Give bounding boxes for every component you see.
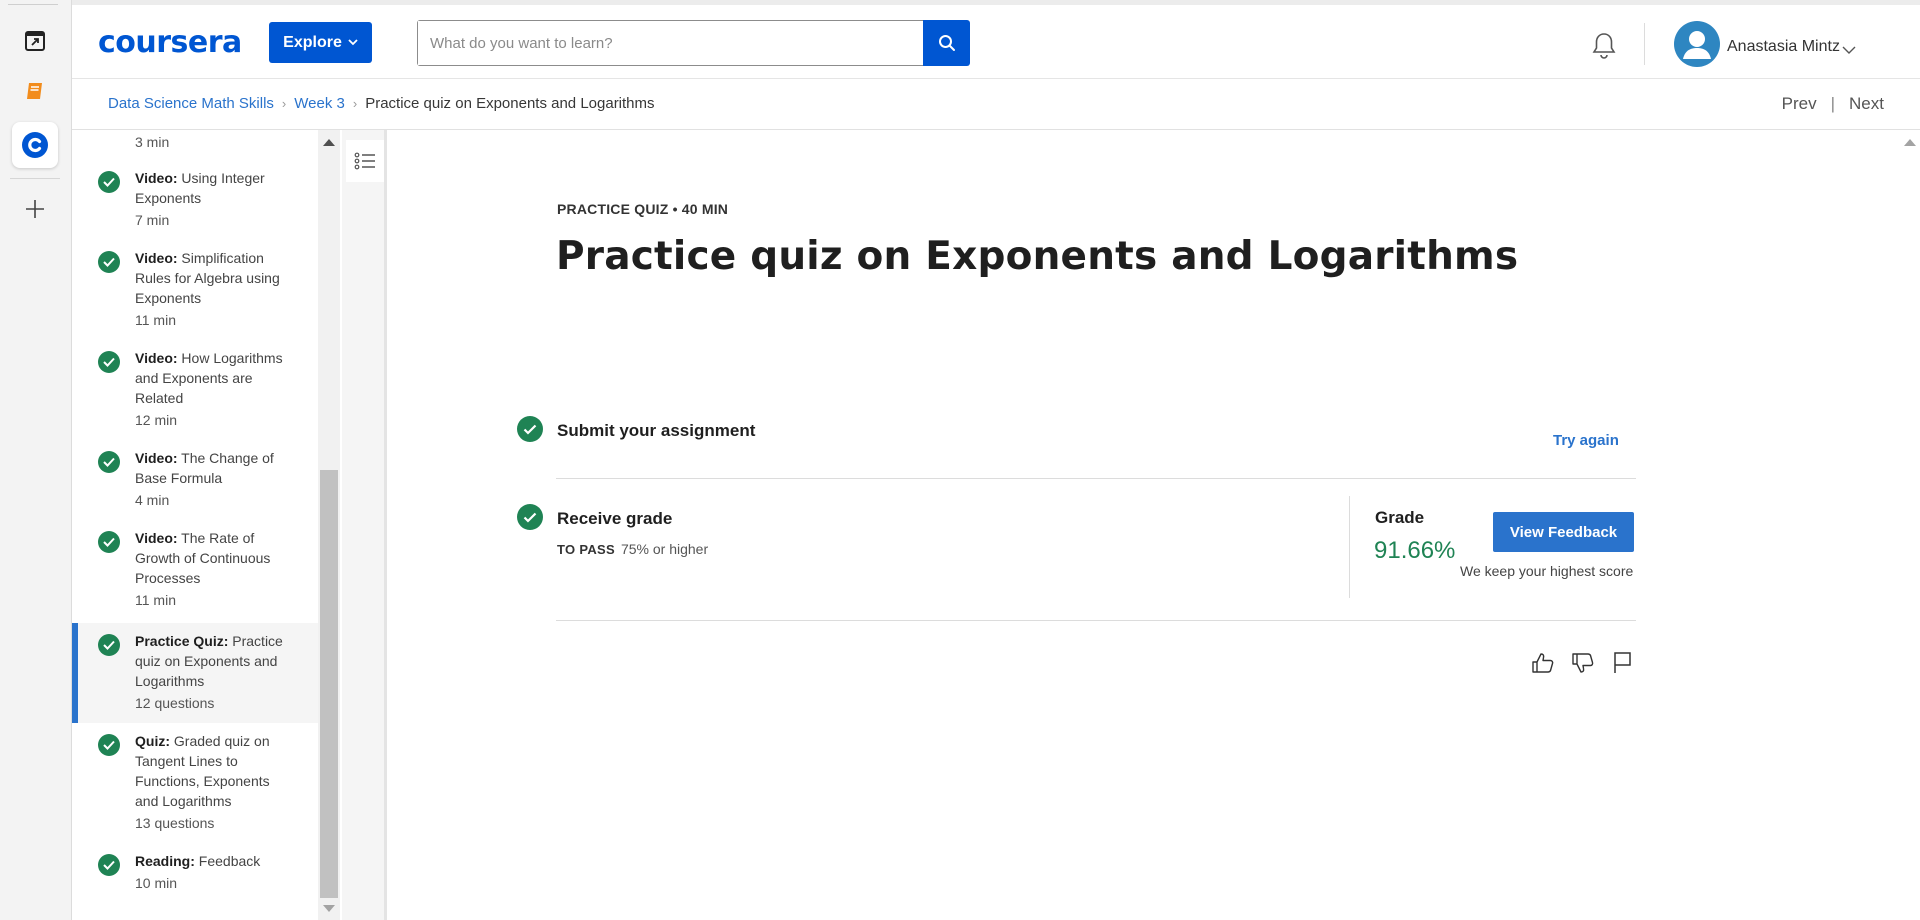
sidebar-scrollbar-thumb[interactable] bbox=[320, 470, 338, 898]
thumbs-up-icon[interactable] bbox=[1531, 651, 1555, 680]
item-meta: 7 min bbox=[135, 212, 170, 228]
item-type: Video: bbox=[135, 530, 178, 546]
sidebar-item-active[interactable]: Practice Quiz: Practice quiz on Exponent… bbox=[72, 623, 318, 723]
explore-label: Explore bbox=[283, 33, 342, 51]
checkmark-icon bbox=[98, 634, 120, 656]
page-title: Practice quiz on Exponents and Logarithm… bbox=[556, 234, 1519, 279]
coursera-app-icon[interactable] bbox=[12, 122, 58, 168]
sidebar-item[interactable]: Video: The Change of Base Formula 4 min bbox=[72, 440, 318, 520]
checkmark-icon bbox=[98, 171, 120, 193]
prev-link[interactable]: Prev bbox=[1782, 94, 1817, 114]
list-icon bbox=[354, 152, 375, 170]
rail-separator bbox=[10, 178, 60, 179]
breadcrumb-current: Practice quiz on Exponents and Logarithm… bbox=[365, 95, 655, 112]
flag-icon[interactable] bbox=[1612, 651, 1634, 680]
notifications-bell-icon[interactable] bbox=[1590, 31, 1618, 66]
try-again-link[interactable]: Try again bbox=[1553, 432, 1619, 449]
add-icon[interactable] bbox=[12, 186, 58, 232]
breadcrumb-course[interactable]: Data Science Math Skills bbox=[108, 95, 274, 112]
item-meta: 12 min bbox=[135, 412, 178, 428]
checkmark-icon bbox=[517, 504, 543, 530]
to-pass-label: TO PASS bbox=[557, 542, 615, 557]
item-type: Video: bbox=[135, 350, 178, 366]
sidebar-item[interactable]: 3 min bbox=[72, 130, 318, 160]
search-icon bbox=[938, 35, 955, 51]
view-feedback-button[interactable]: View Feedback bbox=[1493, 512, 1634, 552]
item-meta: 13 questions bbox=[135, 815, 215, 831]
divider bbox=[556, 478, 1636, 479]
divider bbox=[556, 620, 1636, 621]
nav-separator: | bbox=[1830, 94, 1836, 113]
item-type: Practice Quiz: bbox=[135, 633, 229, 649]
item-title: Feedback bbox=[198, 853, 261, 869]
checkmark-icon bbox=[98, 734, 120, 756]
prev-next-nav: Prev | Next bbox=[1782, 94, 1884, 114]
chevron-right-icon: › bbox=[281, 96, 287, 111]
main-scrollbar[interactable] bbox=[1900, 130, 1920, 920]
grade-label: Grade bbox=[1375, 508, 1425, 527]
item-kicker: PRACTICE QUIZ • 40 MIN bbox=[557, 201, 729, 217]
item-type: Quiz: bbox=[135, 733, 170, 749]
receive-grade-label: Receive grade bbox=[557, 509, 673, 528]
to-pass-value: 75% or higher bbox=[620, 541, 709, 557]
explore-button[interactable]: Explore bbox=[269, 22, 372, 63]
scroll-up-arrow-icon[interactable] bbox=[323, 139, 335, 146]
item-meta: 3 min bbox=[135, 134, 170, 150]
breadcrumb-week[interactable]: Week 3 bbox=[294, 95, 345, 112]
app-rail bbox=[0, 0, 72, 920]
sidebar-item[interactable]: Video: Using Integer Exponents 7 min bbox=[72, 160, 318, 240]
chevron-down-icon bbox=[348, 39, 358, 46]
checkmark-icon bbox=[98, 531, 120, 553]
breadcrumb: Data Science Math Skills › Week 3 › Prac… bbox=[108, 95, 655, 112]
coursera-logo[interactable]: coursera bbox=[98, 25, 242, 60]
breadcrumb-bar: Data Science Math Skills › Week 3 › Prac… bbox=[72, 79, 1920, 130]
chevron-down-icon[interactable] bbox=[1842, 41, 1856, 59]
checkmark-icon bbox=[98, 854, 120, 876]
sidebar-item[interactable]: Quiz: Graded quiz on Tangent Lines to Fu… bbox=[72, 723, 318, 843]
item-meta: 10 min bbox=[135, 875, 178, 891]
chevron-right-icon: › bbox=[352, 96, 358, 111]
toc-column bbox=[342, 130, 387, 920]
search-button[interactable] bbox=[923, 20, 970, 66]
user-icon bbox=[1683, 31, 1711, 59]
avatar[interactable] bbox=[1674, 21, 1720, 67]
grade-value: 91.66% bbox=[1374, 537, 1456, 564]
rail-divider bbox=[8, 4, 58, 5]
user-name[interactable]: Anastasia Mintz bbox=[1727, 38, 1840, 56]
submit-step-label: Submit your assignment bbox=[557, 421, 756, 440]
sidebar-item[interactable]: Video: The Rate of Growth of Continuous … bbox=[72, 520, 318, 620]
checkmark-icon bbox=[98, 351, 120, 373]
sidebar-item[interactable]: Video: How Logarithms and Exponents are … bbox=[72, 340, 318, 440]
next-link[interactable]: Next bbox=[1849, 94, 1884, 114]
item-type: Video: bbox=[135, 250, 178, 266]
item-meta: 11 min bbox=[135, 592, 176, 608]
item-type: Video: bbox=[135, 450, 178, 466]
notebook-icon[interactable] bbox=[12, 68, 58, 114]
scroll-up-arrow-icon[interactable] bbox=[1904, 139, 1916, 146]
scroll-down-arrow-icon[interactable] bbox=[323, 905, 335, 912]
item-type: Video: bbox=[135, 170, 178, 186]
toc-toggle-button[interactable] bbox=[346, 140, 384, 182]
checkmark-icon bbox=[517, 416, 543, 442]
grade-divider bbox=[1349, 496, 1350, 598]
item-meta: 12 questions bbox=[135, 695, 215, 711]
header-divider bbox=[1644, 23, 1645, 65]
sidebar-item[interactable]: Reading: Feedback 10 min bbox=[72, 843, 318, 903]
thumbs-down-icon[interactable] bbox=[1571, 651, 1595, 680]
search-box bbox=[417, 20, 925, 66]
checkmark-icon bbox=[98, 451, 120, 473]
open-external-icon[interactable] bbox=[12, 18, 58, 64]
search-input[interactable] bbox=[418, 21, 924, 65]
sidebar-item[interactable]: Video: Simplification Rules for Algebra … bbox=[72, 240, 318, 340]
item-type: Reading: bbox=[135, 853, 195, 869]
highest-score-note: We keep your highest score bbox=[1460, 563, 1634, 579]
pass-requirement: TO PASS 75% or higher bbox=[557, 541, 708, 557]
checkmark-icon bbox=[98, 251, 120, 273]
item-meta: 11 min bbox=[135, 312, 176, 328]
top-header: coursera Explore Anastasia Mintz bbox=[72, 0, 1920, 79]
item-meta: 4 min bbox=[135, 492, 170, 508]
course-sidebar: 3 min Video: Using Integer Exponents 7 m… bbox=[72, 130, 318, 920]
